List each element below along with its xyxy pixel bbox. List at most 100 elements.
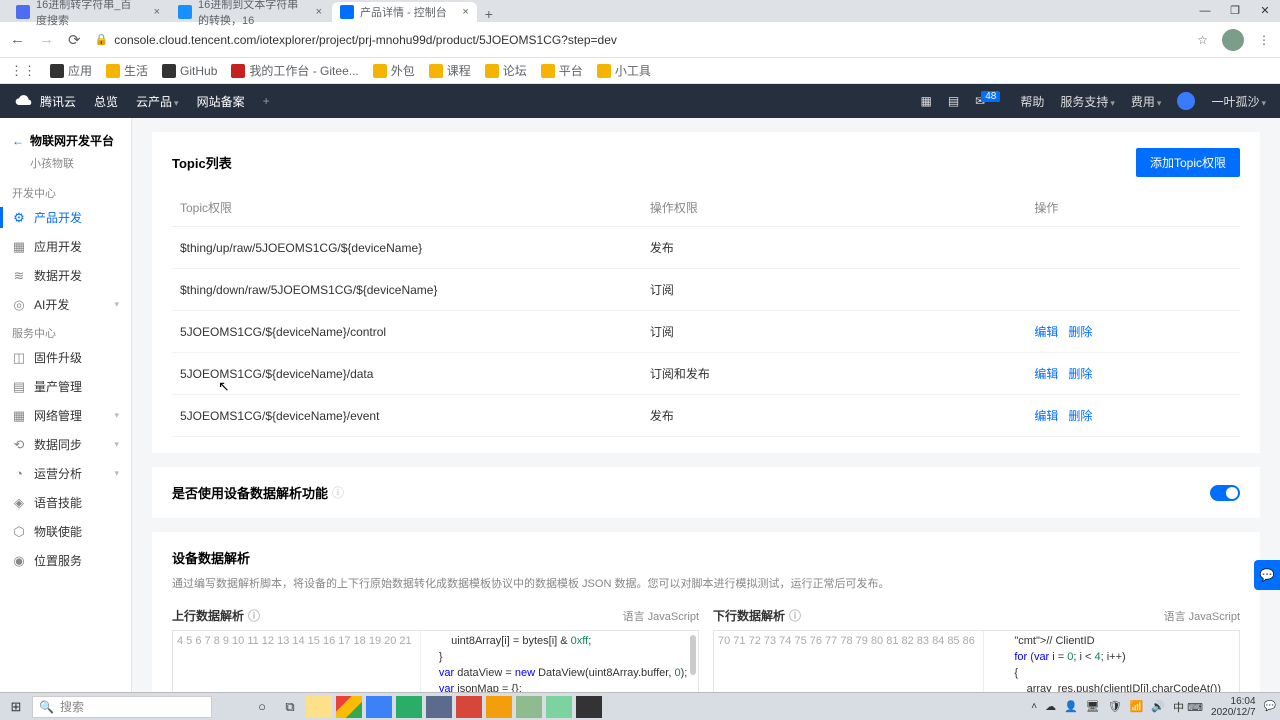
- tray-icon[interactable]: 🛡: [1108, 700, 1122, 713]
- bookmark-item[interactable]: 生活: [106, 62, 148, 79]
- app-icon[interactable]: [486, 696, 512, 718]
- sidebar-icon: ▤: [12, 380, 26, 394]
- minimize-icon[interactable]: —: [1190, 0, 1220, 22]
- edit-link[interactable]: 编辑: [1034, 409, 1058, 423]
- delete-link[interactable]: 删除: [1068, 409, 1092, 423]
- nav-back-icon[interactable]: ←: [10, 31, 25, 48]
- info-icon[interactable]: ⓘ: [248, 607, 260, 624]
- tray-icon[interactable]: 👤: [1064, 700, 1078, 713]
- tray-ime[interactable]: 中 ⌨: [1173, 699, 1203, 715]
- sidebar-item[interactable]: ≋ 数据开发: [0, 261, 131, 290]
- maximize-icon[interactable]: ❐: [1220, 0, 1250, 22]
- app-icon[interactable]: [576, 696, 602, 718]
- sidebar-item[interactable]: ◔ 运营分析 ▾: [0, 459, 131, 488]
- bookmark-item[interactable]: 我的工作台 - Gitee...: [231, 62, 358, 79]
- grid-icon[interactable]: ▦: [920, 94, 931, 108]
- sidebar-item[interactable]: ◉ 位置服务: [0, 546, 131, 575]
- browser-tab[interactable]: 16进制转字符串_百度搜索×: [8, 2, 168, 22]
- taskbar-search[interactable]: 🔍搜索: [32, 696, 212, 718]
- clock[interactable]: 16:042020/12/7: [1211, 696, 1256, 718]
- brand-logo[interactable]: 腾讯云: [14, 90, 76, 113]
- browser-tab[interactable]: 16进制到文本字符串的转换，16×: [170, 2, 330, 22]
- cloud-icon: [14, 90, 34, 113]
- profile-avatar-icon[interactable]: [1222, 29, 1244, 51]
- sidebar-item[interactable]: ◫ 固件升级: [0, 343, 131, 372]
- info-icon[interactable]: ⓘ: [332, 484, 344, 501]
- bookmark-item[interactable]: 应用: [50, 62, 92, 79]
- sidebar-icon: ⬡: [12, 525, 26, 539]
- mail-icon[interactable]: ✉48: [975, 94, 1004, 108]
- nav-support[interactable]: 服务支持▾: [1060, 93, 1115, 110]
- nav-add-icon[interactable]: +: [263, 94, 270, 108]
- topic-title: Topic列表: [172, 153, 232, 172]
- edit-link[interactable]: 编辑: [1034, 325, 1058, 339]
- delete-link[interactable]: 删除: [1068, 325, 1092, 339]
- explorer-icon[interactable]: [306, 696, 332, 718]
- up-code-editor[interactable]: 4 5 6 7 8 9 10 11 12 13 14 15 16 17 18 1…: [172, 630, 699, 692]
- app-icon[interactable]: [366, 696, 392, 718]
- sidebar-item[interactable]: ▤ 量产管理: [0, 372, 131, 401]
- lang-select[interactable]: 语言 JavaScript: [623, 608, 699, 624]
- lang-select[interactable]: 语言 JavaScript: [1164, 608, 1240, 624]
- wechat-icon[interactable]: [396, 696, 422, 718]
- nav-overview[interactable]: 总览: [94, 93, 118, 110]
- add-topic-button[interactable]: 添加Topic权限: [1136, 148, 1240, 177]
- sidebar: ←物联网开发平台 小孩物联 开发中心 ⚙ 产品开发 ▦ 应用开发 ≋ 数据开发 …: [0, 118, 132, 692]
- sidebar-item[interactable]: ▦ 网络管理 ▾: [0, 401, 131, 430]
- tab-close-icon[interactable]: ×: [462, 6, 468, 18]
- sidebar-item[interactable]: ⚙ 产品开发: [0, 203, 131, 232]
- sidebar-item[interactable]: ◈ 语音技能: [0, 488, 131, 517]
- parse-toggle-switch[interactable]: [1210, 485, 1240, 501]
- info-icon[interactable]: ⓘ: [789, 607, 801, 624]
- sidebar-item[interactable]: ⬡ 物联使能: [0, 517, 131, 546]
- tray-wifi-icon[interactable]: 📶: [1130, 700, 1144, 713]
- new-tab-button[interactable]: +: [485, 6, 493, 22]
- col-ops: 操作: [1026, 189, 1240, 227]
- notifications-icon[interactable]: 💬: [1264, 701, 1276, 712]
- user-avatar-icon[interactable]: [1177, 92, 1195, 110]
- nav-products[interactable]: 云产品▾: [136, 93, 179, 110]
- taskview-icon[interactable]: ⧉: [278, 696, 302, 718]
- bookmark-item[interactable]: GitHub: [162, 64, 217, 78]
- address-bar[interactable]: 🔒 console.cloud.tencent.com/iotexplorer/…: [95, 33, 1184, 47]
- bookmark-item[interactable]: 平台: [541, 62, 583, 79]
- browser-tab-active[interactable]: 产品详情 - 控制台×: [332, 2, 477, 22]
- sidebar-item[interactable]: ▦ 应用开发: [0, 232, 131, 261]
- user-name[interactable]: 一叶孤沙▾: [1211, 93, 1266, 110]
- app-icon[interactable]: [516, 696, 542, 718]
- nav-help[interactable]: 帮助: [1020, 93, 1044, 110]
- close-icon[interactable]: ✕: [1250, 0, 1280, 22]
- bookmark-item[interactable]: 外包: [373, 62, 415, 79]
- bookmark-item[interactable]: 小工具: [597, 62, 651, 79]
- star-icon[interactable]: ☆: [1197, 33, 1208, 47]
- sidebar-item-label: 数据同步: [34, 436, 82, 453]
- start-button[interactable]: ⊞: [4, 696, 28, 718]
- tray-icon[interactable]: 🖥: [1086, 700, 1100, 713]
- delete-link[interactable]: 删除: [1068, 367, 1092, 381]
- tray-icon[interactable]: ☁: [1045, 700, 1056, 713]
- app-icon[interactable]: [426, 696, 452, 718]
- sidebar-back[interactable]: ←物联网开发平台: [0, 128, 131, 153]
- sidebar-item[interactable]: ◎ AI开发 ▾: [0, 290, 131, 319]
- nav-fee[interactable]: 费用▾: [1131, 93, 1162, 110]
- chrome-icon[interactable]: [336, 696, 362, 718]
- chat-float-icon[interactable]: 💬: [1254, 560, 1280, 590]
- nav-beian[interactable]: 网站备案: [197, 93, 245, 110]
- app-icon[interactable]: [456, 696, 482, 718]
- scrollbar[interactable]: [690, 635, 696, 675]
- nav-forward-icon[interactable]: →: [39, 31, 54, 48]
- doc-icon[interactable]: ▤: [948, 94, 959, 108]
- reload-icon[interactable]: ⟳: [68, 31, 81, 49]
- app-icon[interactable]: [546, 696, 572, 718]
- bookmark-item[interactable]: 课程: [429, 62, 471, 79]
- sidebar-item[interactable]: ⟲ 数据同步 ▾: [0, 430, 131, 459]
- cortana-icon[interactable]: ○: [250, 696, 274, 718]
- tab-close-icon[interactable]: ×: [316, 6, 322, 18]
- edit-link[interactable]: 编辑: [1034, 367, 1058, 381]
- down-code-editor[interactable]: 70 71 72 73 74 75 76 77 78 79 80 81 82 8…: [713, 630, 1240, 692]
- tray-chevron-icon[interactable]: ˄: [1031, 701, 1037, 712]
- menu-icon[interactable]: ⋮: [1258, 33, 1270, 47]
- tray-volume-icon[interactable]: 🔊: [1151, 700, 1165, 713]
- tab-close-icon[interactable]: ×: [154, 6, 160, 18]
- bookmark-item[interactable]: 论坛: [485, 62, 527, 79]
